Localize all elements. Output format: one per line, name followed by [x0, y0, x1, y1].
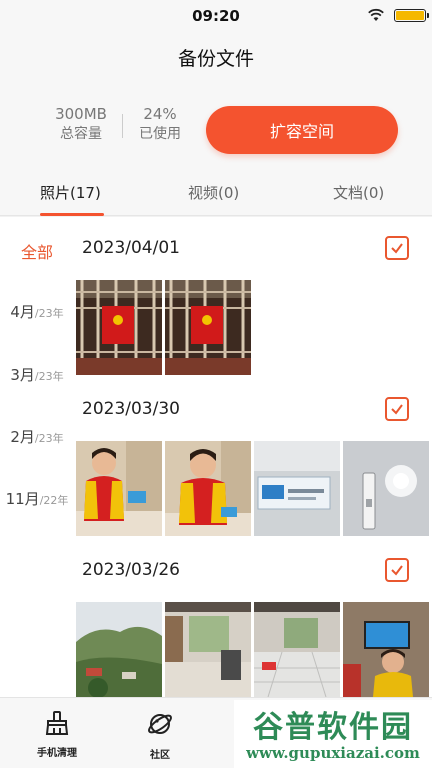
nav-phone-clean[interactable]: 手机清理 — [17, 710, 97, 759]
photo-thumbnail[interactable] — [76, 602, 162, 697]
used-stat: 24% 已使用 — [130, 104, 190, 144]
timeline-year: /23年 — [34, 370, 64, 383]
red-banner-photo — [165, 280, 251, 375]
red-banner-photo — [76, 280, 162, 375]
photo-thumbnail[interactable] — [165, 602, 251, 697]
used-label: 已使用 — [139, 126, 181, 142]
capacity-value: 300MB — [55, 105, 107, 123]
timeline-year: /23年 — [34, 432, 64, 445]
tab-documents[interactable]: 文档(0) — [333, 182, 384, 203]
photo-thumbnail[interactable] — [165, 280, 251, 375]
expand-storage-button[interactable]: 扩容空间 — [206, 106, 398, 154]
timeline-month: 11月 — [5, 490, 40, 508]
photo-thumbnail[interactable] — [254, 602, 340, 697]
timeline-item[interactable]: 3月/23年 — [0, 364, 74, 385]
capacity-stat: 300MB 总容量 — [46, 104, 116, 144]
timeline-year: /23年 — [34, 307, 64, 320]
battery-icon — [394, 9, 429, 22]
timeline-item[interactable]: 11月/22年 — [0, 488, 74, 509]
photo-thumbnail[interactable] — [76, 441, 162, 536]
nav-label: 手机清理 — [37, 748, 77, 759]
tab-videos[interactable]: 视频(0) — [188, 182, 239, 203]
tab-photos[interactable]: 照片(17) — [40, 182, 101, 203]
group-select-checkbox[interactable] — [385, 397, 409, 421]
group-date: 2023/03/26 — [82, 560, 180, 580]
timeline-item[interactable]: 2月/23年 — [0, 426, 74, 447]
broom-icon — [45, 711, 69, 735]
timeline-month: 3月 — [10, 366, 35, 384]
active-tab-indicator — [40, 213, 104, 216]
used-value: 24% — [143, 105, 177, 123]
child-photo — [165, 441, 251, 536]
photo-thumbnail[interactable] — [254, 441, 340, 536]
timeline-year: /22年 — [39, 494, 69, 507]
photo-thumbnail[interactable] — [76, 280, 162, 375]
checkmark-icon — [391, 404, 403, 415]
group-date: 2023/04/01 — [82, 238, 180, 258]
file-type-tabs: 照片(17) 视频(0) 文档(0) — [0, 168, 432, 216]
watermark-url: www.gupuxiazai.com — [246, 744, 420, 762]
timeline-month: 4月 — [10, 303, 35, 321]
timeline-month: 2月 — [10, 428, 35, 446]
living-room-photo — [165, 602, 251, 697]
storage-summary: 300MB 总容量 24% 已使用 扩容空间 — [0, 82, 432, 168]
page-title: 备份文件 — [177, 48, 254, 70]
photo-thumbnail[interactable] — [343, 602, 429, 697]
timeline-index: 全部 4月/23年 3月/23年 2月/23年 11月/22年 — [0, 217, 74, 697]
timeline-all[interactable]: 全部 — [0, 239, 74, 263]
nav-community[interactable]: 社区 — [120, 710, 200, 761]
test-strip-photo — [343, 441, 429, 536]
site-watermark: 谷普软件园 www.gupuxiazai.com — [234, 700, 432, 768]
photo-thumbnail[interactable] — [165, 441, 251, 536]
stat-divider — [122, 114, 123, 138]
checkmark-icon — [391, 243, 403, 254]
wifi-icon — [368, 8, 384, 21]
landscape-photo — [76, 602, 162, 697]
status-bar: 09:20 — [0, 0, 432, 30]
test-kit-photo — [254, 441, 340, 536]
photo-list[interactable]: 全部 4月/23年 3月/23年 2月/23年 11月/22年 2023/04/… — [0, 217, 432, 697]
group-select-checkbox[interactable] — [385, 236, 409, 260]
group-date: 2023/03/30 — [82, 399, 180, 419]
watermark-title: 谷普软件园 — [253, 710, 413, 745]
tiled-room-photo — [254, 602, 340, 697]
group-select-checkbox[interactable] — [385, 558, 409, 582]
timeline-item[interactable]: 4月/23年 — [0, 301, 74, 322]
nav-label: 社区 — [150, 750, 170, 761]
child-photo — [76, 441, 162, 536]
child-tv-photo — [343, 602, 429, 697]
title-bar: 备份文件 — [0, 30, 432, 82]
planet-icon — [148, 714, 172, 734]
photo-thumbnail[interactable] — [343, 441, 429, 536]
checkmark-icon — [391, 565, 403, 576]
capacity-label: 总容量 — [60, 126, 102, 142]
